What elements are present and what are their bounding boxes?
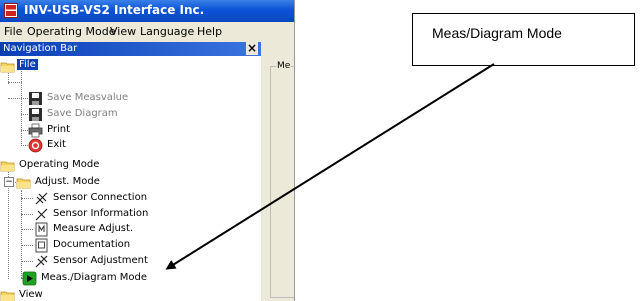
tree-item-label: Meas./Diagram Mode [41, 272, 148, 283]
menu-view[interactable]: View [110, 25, 136, 38]
menu-help[interactable]: Help [197, 25, 222, 38]
tree-connector [21, 114, 28, 115]
tree-item-label: Measure Adjust. [53, 223, 134, 234]
tree-connector [21, 130, 28, 131]
floppy-disk-icon [29, 108, 42, 121]
tree-item-label: Sensor Adjustment [53, 255, 148, 266]
content-pane: Me [262, 42, 294, 301]
group-box-label: Me [276, 61, 292, 71]
tree-connector [21, 145, 28, 146]
tree-item-view[interactable]: View [0, 288, 80, 301]
tree-item-sensor-adjustment[interactable]: Sensor Adjustment [34, 254, 184, 269]
tree-item-meas-diagram-mode[interactable]: Meas./Diagram Mode [22, 271, 192, 286]
tree-item-label: Sensor Connection [53, 192, 148, 203]
document-icon [35, 222, 48, 237]
tree-connector [21, 214, 33, 215]
sensor-icon [35, 255, 48, 268]
window-title: INV-USB-VS2 Interface Inc. [24, 3, 205, 17]
tree-connector [21, 261, 33, 262]
folder-icon [0, 291, 15, 301]
tree-item-operating-mode[interactable]: Operating Mode [0, 158, 150, 173]
folder-icon [16, 178, 31, 189]
close-icon[interactable]: × [246, 41, 258, 55]
tree-item-adjust-mode[interactable]: Adjust. Mode [16, 175, 146, 190]
measurement-group-box [270, 66, 294, 298]
menu-language[interactable]: Language [140, 25, 194, 38]
tree-connector [21, 198, 33, 199]
sensor-icon [35, 208, 48, 221]
exit-icon [28, 138, 43, 153]
tree-item-label: Adjust. Mode [35, 176, 100, 187]
callout-label: Meas/Diagram Mode [432, 25, 562, 41]
tree-item-label: Save Diagram [47, 108, 118, 119]
printer-icon [28, 123, 43, 138]
tree-item-exit[interactable]: Exit [28, 138, 158, 153]
tree-connector [21, 98, 28, 99]
tree-item-sensor-information[interactable]: Sensor Information [34, 207, 184, 222]
tree-connector [8, 82, 22, 83]
tree-item-label: Print [47, 124, 71, 135]
tree-item-label: Documentation [53, 239, 131, 250]
app-logo-icon [4, 3, 18, 18]
tree-item-print[interactable]: Print [28, 123, 158, 138]
callout-box: Meas/Diagram Mode [412, 13, 635, 66]
tree-item-save-measvalue[interactable]: Save Measvalue [28, 91, 158, 106]
tree-item-documentation[interactable]: Documentation [34, 238, 184, 253]
menu-operating-mode[interactable]: Operating Mode [27, 25, 115, 38]
play-icon [22, 271, 37, 286]
tree-connector [21, 64, 22, 144]
app-window: INV-USB-VS2 Interface Inc. File Operatin… [0, 0, 295, 301]
tree-item-measure-adjust[interactable]: Measure Adjust. [34, 222, 184, 237]
tree-connector [21, 190, 22, 278]
tree-item-label: File [17, 59, 38, 70]
navigation-bar: Navigation Bar × File Save Measvalue Sav… [0, 41, 261, 301]
sensor-icon [35, 192, 48, 205]
tree-item-label: Sensor Information [53, 208, 149, 219]
menu-file[interactable]: File [4, 25, 22, 38]
tree-connector [21, 245, 33, 246]
navigation-bar-header: Navigation Bar × [0, 41, 261, 56]
title-bar: INV-USB-VS2 Interface Inc. [0, 0, 294, 22]
tree-connector [21, 229, 33, 230]
tree-item-label: Save Measvalue [47, 92, 129, 103]
folder-icon [0, 62, 15, 73]
menu-bar: File Operating Mode View Language Help [0, 22, 294, 41]
tree-item-label: Exit [47, 139, 66, 150]
tree-item-label: View [19, 289, 43, 300]
tree-item-file[interactable]: File [0, 59, 60, 74]
navigation-bar-title: Navigation Bar [3, 43, 78, 54]
tree-item-label: Operating Mode [19, 159, 100, 170]
collapse-icon[interactable]: − [4, 177, 14, 187]
tree-item-save-diagram[interactable]: Save Diagram [28, 107, 158, 122]
folder-icon [0, 161, 15, 172]
tree-item-sensor-connection[interactable]: Sensor Connection [34, 191, 184, 206]
tree-connector [8, 98, 22, 99]
document-icon [35, 238, 48, 253]
floppy-disk-icon [29, 92, 42, 105]
